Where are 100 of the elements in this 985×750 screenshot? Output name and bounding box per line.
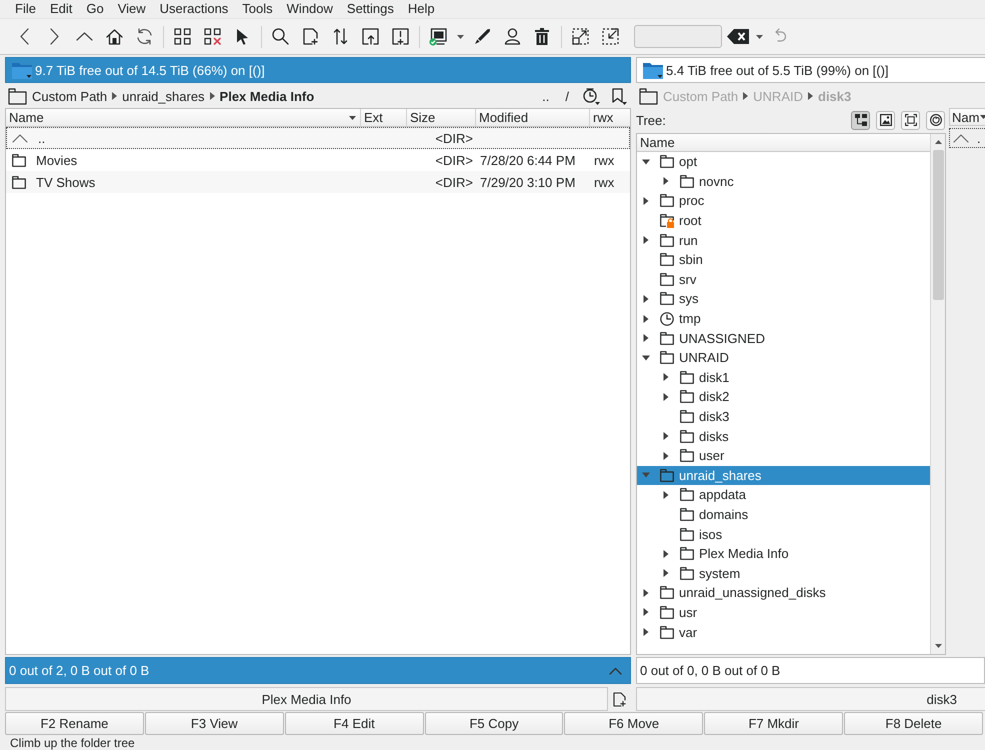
tree-item[interactable]: disk3 <box>637 406 930 426</box>
tree-item[interactable]: novnc <box>637 172 930 192</box>
caret-right-icon[interactable] <box>642 196 650 205</box>
new-file-icon[interactable] <box>302 28 318 45</box>
clear-icon[interactable] <box>727 29 749 44</box>
file-row[interactable]: .. <DIR> <box>6 127 630 149</box>
tree-item[interactable]: sbin <box>637 250 930 270</box>
tree-item[interactable]: disk1 <box>637 368 930 388</box>
column-header[interactable]: Ext <box>361 109 407 126</box>
tree-item[interactable]: Plex Media Info <box>637 544 930 564</box>
file-row[interactable]: . <box>949 128 985 148</box>
dotted-frame-arrow-in-icon[interactable] <box>602 28 618 45</box>
tree-item[interactable]: unraid_shares <box>637 466 930 486</box>
caret-right-icon[interactable] <box>662 432 670 440</box>
tree-item[interactable]: appdata <box>637 485 930 505</box>
trash-icon[interactable] <box>535 28 549 45</box>
view-mode-button[interactable] <box>876 110 895 130</box>
tree-item[interactable]: system <box>637 563 930 584</box>
caret-up-icon[interactable] <box>934 140 942 144</box>
tree-item[interactable]: UNRAID <box>637 348 930 368</box>
caret-right-icon[interactable] <box>662 392 670 401</box>
caret-right-icon[interactable] <box>662 550 670 558</box>
history-icon[interactable] <box>583 88 600 104</box>
chevron-up-icon[interactable] <box>609 666 622 674</box>
up-icon[interactable] <box>76 32 92 41</box>
tree-item[interactable]: var <box>637 622 930 642</box>
filter-field[interactable] <box>634 25 722 48</box>
file-row[interactable]: TV Shows <DIR> 7/29/20 3:10 PM rwx <box>6 171 630 193</box>
caret-down-icon[interactable] <box>642 354 650 362</box>
function-key-button[interactable]: F5 Copy <box>424 712 564 735</box>
tree-item[interactable]: tmp <box>637 308 930 328</box>
pen-icon[interactable] <box>474 28 490 45</box>
function-key-button[interactable]: F2 Rename <box>5 712 144 735</box>
tree-item[interactable]: srv <box>637 270 930 290</box>
swap-arrows-icon[interactable] <box>332 28 348 45</box>
tree-item[interactable]: disk2 <box>637 387 930 407</box>
back-icon[interactable] <box>20 28 28 45</box>
menu-item[interactable]: Edit <box>42 0 80 18</box>
caret-right-icon[interactable] <box>642 628 650 636</box>
menu-item[interactable]: Settings <box>340 0 401 18</box>
path-label[interactable]: Plex Media Info <box>5 687 608 711</box>
scrollbar-thumb[interactable] <box>932 150 944 300</box>
free-space-bar[interactable]: 9.7 TiB free out of 14.5 TiB (66%) on [()] <box>5 57 631 83</box>
home-icon[interactable] <box>106 28 122 44</box>
caret-right-icon[interactable] <box>662 373 670 382</box>
function-key-button[interactable]: F7 Mkdir <box>704 712 844 735</box>
path-button[interactable]: / <box>563 88 571 104</box>
caret-right-icon[interactable] <box>662 490 670 499</box>
caret-right-icon[interactable] <box>662 177 670 186</box>
menu-item[interactable]: Help <box>400 0 442 18</box>
tree-item[interactable]: domains <box>637 504 930 524</box>
breadcrumb-item[interactable]: Plex Media Info <box>220 88 314 104</box>
menu-item[interactable]: Window <box>280 0 340 18</box>
page-plus-icon[interactable] <box>613 692 626 706</box>
view-mode-button[interactable] <box>926 110 945 130</box>
caret-down-icon[interactable] <box>456 34 464 38</box>
column-header[interactable]: Size <box>407 109 476 126</box>
menu-item[interactable]: View <box>110 0 153 18</box>
forward-icon[interactable] <box>50 28 58 45</box>
cursor-icon[interactable] <box>236 28 248 45</box>
menu-item[interactable]: Tools <box>235 0 280 18</box>
caret-down-icon[interactable] <box>756 34 762 38</box>
column-header[interactable]: Name <box>6 109 361 126</box>
free-space-bar[interactable]: 5.4 TiB free out of 5.5 TiB (99%) on [()] <box>636 57 985 83</box>
menu-item[interactable]: Useractions <box>152 0 236 18</box>
user-icon[interactable] <box>504 28 520 45</box>
view-mode-button[interactable] <box>851 110 870 130</box>
tree-item[interactable]: user <box>637 446 930 466</box>
view-mode-button[interactable] <box>901 110 920 130</box>
column-header[interactable]: Modified <box>476 109 590 126</box>
function-key-button[interactable]: F4 Edit <box>284 712 424 735</box>
breadcrumb-item[interactable]: unraid_shares <box>122 88 205 104</box>
caret-down-icon[interactable] <box>934 644 942 648</box>
tree-item[interactable]: proc <box>637 191 930 211</box>
function-key-button[interactable]: F3 View <box>144 712 284 735</box>
dotted-frame-arrow-out-icon[interactable] <box>572 28 588 45</box>
menu-item[interactable]: File <box>8 0 43 18</box>
tree-item[interactable]: isos <box>637 524 930 544</box>
column-header[interactable]: Name <box>637 134 930 152</box>
tree-item[interactable]: disks <box>637 426 930 446</box>
caret-right-icon[interactable] <box>642 294 650 303</box>
function-key-button[interactable]: F6 Move <box>564 712 704 735</box>
caret-right-icon[interactable] <box>642 588 650 597</box>
tree-item[interactable]: usr <box>637 602 930 622</box>
caret-down-icon[interactable] <box>642 158 650 166</box>
menu-item[interactable]: Go <box>79 0 111 18</box>
tree-item[interactable]: root <box>637 210 930 230</box>
path-label[interactable]: disk3 <box>636 687 985 711</box>
tree-item[interactable]: run <box>637 230 930 250</box>
caret-right-icon[interactable] <box>642 334 650 342</box>
tree-item[interactable]: UNASSIGNED <box>637 328 930 348</box>
tree-item[interactable]: opt <box>637 152 930 172</box>
caret-right-icon[interactable] <box>642 608 650 616</box>
caret-right-icon[interactable] <box>642 314 650 323</box>
refresh-icon[interactable] <box>136 28 152 45</box>
path-button[interactable]: .. <box>540 88 552 104</box>
bookmark-icon[interactable] <box>612 88 627 104</box>
caret-right-icon[interactable] <box>662 452 670 460</box>
search-icon[interactable] <box>272 28 288 45</box>
tree-item[interactable]: unraid_unassigned_disks <box>637 583 930 603</box>
